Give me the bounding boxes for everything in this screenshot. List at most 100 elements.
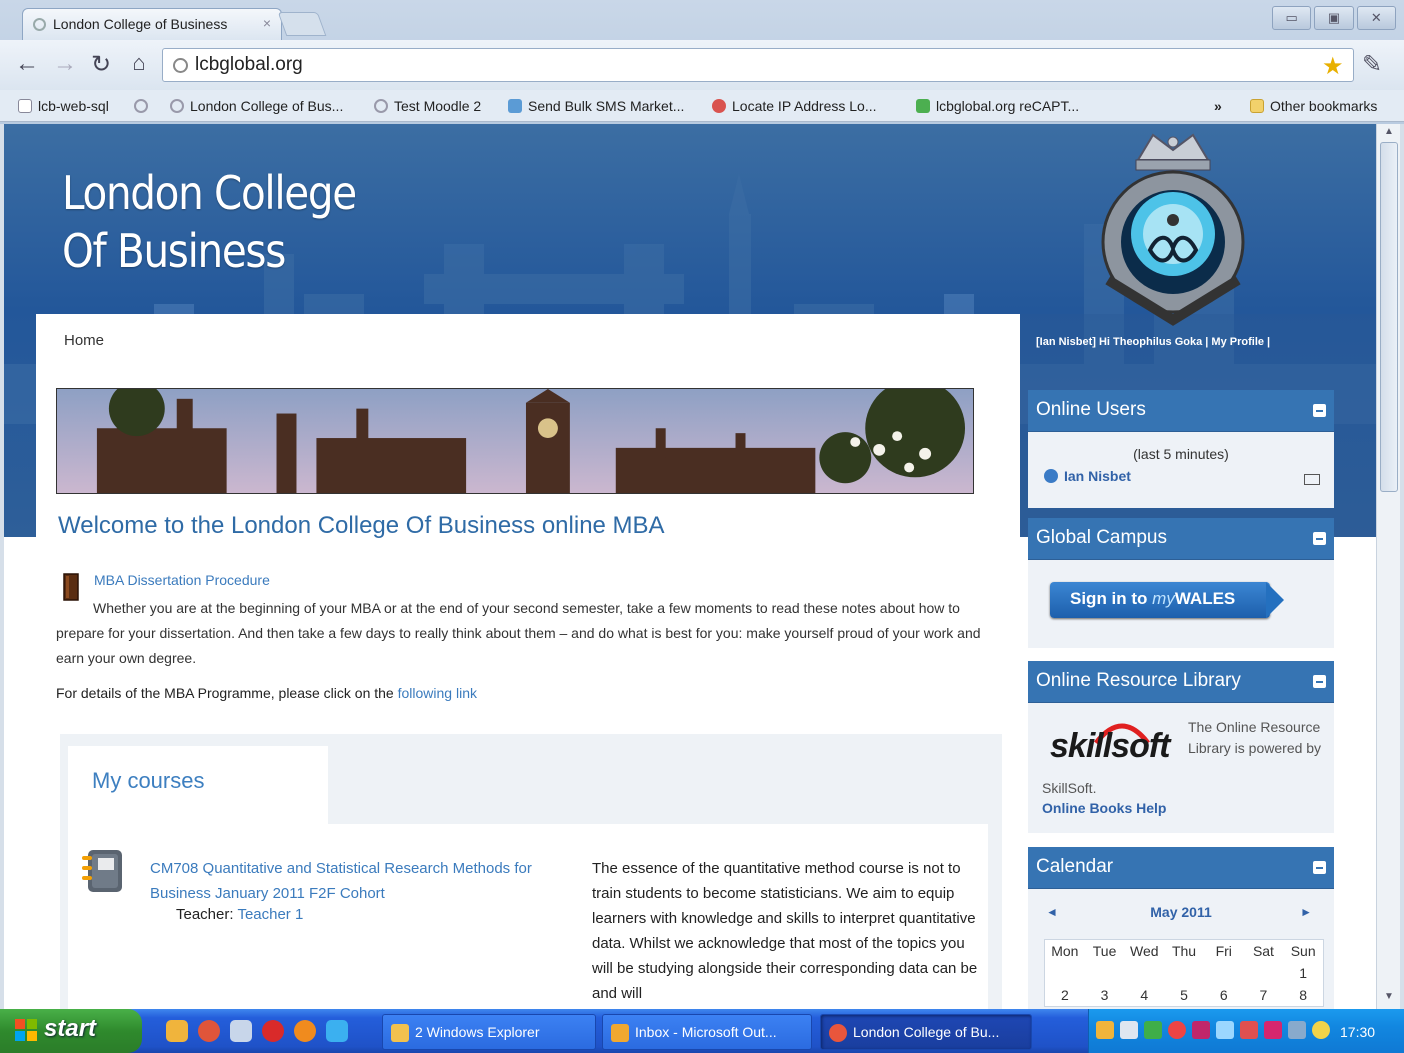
sms-icon xyxy=(508,99,522,113)
welcome-heading: Welcome to the London College Of Busines… xyxy=(58,512,665,539)
quicklaunch-chrome-icon[interactable] xyxy=(198,1020,220,1042)
new-tab-button[interactable] xyxy=(277,12,327,36)
minimize-button[interactable]: ▭ xyxy=(1272,6,1312,30)
online-window-text: (last 5 minutes) xyxy=(1133,446,1229,462)
page-icon xyxy=(18,99,32,113)
tray-app-icon[interactable] xyxy=(1312,1021,1330,1039)
recaptcha-icon xyxy=(916,99,930,113)
teacher-link[interactable]: Teacher 1 xyxy=(237,906,303,923)
calendar-day[interactable]: 5 xyxy=(1164,984,1204,1006)
address-bar[interactable]: lcbglobal.org xyxy=(162,48,1354,82)
more-bookmarks-chevron[interactable]: » xyxy=(1214,98,1222,114)
quicklaunch-opera-icon[interactable] xyxy=(262,1020,284,1042)
bookmark-star-icon[interactable]: ★ xyxy=(1322,52,1344,81)
bookmark-item[interactable] xyxy=(134,98,154,114)
moodle-icon xyxy=(134,99,148,113)
quicklaunch-firefox-icon[interactable] xyxy=(294,1020,316,1042)
collapse-icon[interactable] xyxy=(1313,861,1326,874)
scroll-up-icon[interactable]: ▲ xyxy=(1380,126,1398,142)
user-avatar-icon xyxy=(1044,469,1058,483)
mba-programme-text: For details of the MBA Programme, please… xyxy=(56,685,477,701)
bookmark-item[interactable]: lcb-web-sql xyxy=(18,98,109,114)
tab-title: London College of Business xyxy=(53,16,228,32)
tray-app-icon[interactable] xyxy=(1096,1021,1114,1039)
user-nav-links[interactable]: [Ian Nisbet] Hi Theophilus Goka | My Pro… xyxy=(1036,336,1270,348)
task-outlook[interactable]: Inbox - Microsoft Out... xyxy=(602,1014,812,1050)
tray-app-icon[interactable] xyxy=(1144,1021,1162,1039)
collapse-icon[interactable] xyxy=(1313,675,1326,688)
block-calendar: Calendar ◄ May 2011 ► Mon Tue Wed Thu Fri Sat… xyxy=(1028,847,1334,1009)
windows-flag-icon xyxy=(15,1019,37,1041)
tray-app-icon[interactable] xyxy=(1168,1021,1186,1039)
scrollbar-thumb[interactable] xyxy=(1380,142,1398,492)
online-books-help-link[interactable]: Online Books Help xyxy=(1042,800,1166,816)
wrench-menu-icon[interactable]: ✎ xyxy=(1362,50,1382,79)
other-bookmarks[interactable]: Other bookmarks xyxy=(1250,98,1377,114)
calendar-day[interactable]: 4 xyxy=(1124,984,1164,1006)
moodle-icon xyxy=(170,99,184,113)
browser-tab[interactable]: London College of Business × xyxy=(22,8,282,40)
ip-locate-icon xyxy=(712,99,726,113)
block-online-users: Online Users (last 5 minutes) Ian Nisbet xyxy=(1028,390,1334,508)
dissertation-procedure-link[interactable]: MBA Dissertation Procedure xyxy=(94,572,270,588)
bookmark-item[interactable]: London College of Bus... xyxy=(170,98,343,114)
westminster-photo-banner xyxy=(56,388,974,494)
collapse-icon[interactable] xyxy=(1313,532,1326,545)
calendar-next-icon[interactable]: ► xyxy=(1300,905,1312,919)
sign-in-arrow-icon xyxy=(1266,582,1284,618)
calendar-grid: Mon Tue Wed Thu Fri Sat Sun 1 2345678 xyxy=(1044,939,1324,1007)
site-title[interactable]: London College Of Business xyxy=(62,164,357,280)
home-icon[interactable]: ⌂ xyxy=(124,50,154,76)
forward-arrow-icon[interactable]: → xyxy=(50,50,80,78)
tray-volume-icon[interactable] xyxy=(1288,1021,1306,1039)
sign-in-mywales-button[interactable]: Sign in to myWALES xyxy=(1050,582,1270,618)
tray-app-icon[interactable] xyxy=(1240,1021,1258,1039)
bookmark-item[interactable]: Locate IP Address Lo... xyxy=(712,98,877,114)
calendar-day[interactable]: 8 xyxy=(1283,984,1323,1006)
block-header: Calendar xyxy=(1028,847,1334,889)
online-user-item[interactable]: Ian Nisbet xyxy=(1044,468,1131,484)
tray-network-icon[interactable] xyxy=(1216,1021,1234,1039)
tray-app-icon[interactable] xyxy=(1264,1021,1282,1039)
maximize-button[interactable]: ▣ xyxy=(1314,6,1354,30)
skillsoft-logo: skillsoft xyxy=(1050,727,1170,765)
close-window-button[interactable]: ✕ xyxy=(1356,6,1396,30)
course-description: The essence of the quantitative method c… xyxy=(592,860,978,1002)
tray-app-icon[interactable] xyxy=(1192,1021,1210,1039)
bookmark-item[interactable]: Send Bulk SMS Market... xyxy=(508,98,684,114)
calendar-day[interactable]: 6 xyxy=(1204,984,1244,1006)
course-notebook-icon xyxy=(82,850,122,892)
quicklaunch-outlook-icon[interactable] xyxy=(166,1020,188,1042)
course-title-link[interactable]: CM708 Quantitative and Statistical Resea… xyxy=(150,856,570,906)
collapse-icon[interactable] xyxy=(1313,404,1326,417)
library-provider: SkillSoft. xyxy=(1042,780,1097,796)
quicklaunch-ie-icon[interactable] xyxy=(326,1020,348,1042)
url-text: lcbglobal.org xyxy=(195,54,303,75)
back-arrow-icon[interactable]: ← xyxy=(12,50,42,78)
calendar-day[interactable]: 1 xyxy=(1283,962,1323,984)
block-global-campus: Global Campus Sign in to myWALES xyxy=(1028,518,1334,648)
task-chrome-lcb[interactable]: London College of Bu... xyxy=(820,1014,1032,1050)
dissertation-description: Whether you are at the beginning of your… xyxy=(56,600,981,666)
quicklaunch-desktop-icon[interactable] xyxy=(230,1020,252,1042)
calendar-month[interactable]: May 2011 xyxy=(1028,904,1334,920)
breadcrumb-home[interactable]: Home xyxy=(64,332,104,349)
bookmark-item[interactable]: lcbglobal.org reCAPT... xyxy=(916,98,1079,114)
tab-my-courses[interactable]: My courses xyxy=(68,746,328,826)
mba-following-link[interactable]: following link xyxy=(398,685,477,701)
close-tab-icon[interactable]: × xyxy=(263,15,271,31)
block-header: Online Users xyxy=(1028,390,1334,432)
vertical-scrollbar[interactable]: ▲ ▼ xyxy=(1376,124,1400,1009)
calendar-day[interactable]: 7 xyxy=(1244,984,1284,1006)
bookmark-item[interactable]: Test Moodle 2 xyxy=(374,98,481,114)
web-page: London College Of Business [Ian Nisbet] … xyxy=(4,124,1376,1009)
taskbar-clock[interactable]: 17:30 xyxy=(1340,1024,1375,1040)
calendar-day[interactable]: 3 xyxy=(1085,984,1125,1006)
calendar-week: 2345678 xyxy=(1045,984,1323,1006)
scroll-down-icon[interactable]: ▼ xyxy=(1380,991,1398,1007)
calendar-day[interactable]: 2 xyxy=(1045,984,1085,1006)
task-windows-explorer[interactable]: 2 Windows Explorer xyxy=(382,1014,596,1050)
reload-icon[interactable]: ↻ xyxy=(86,50,116,79)
tray-app-icon[interactable] xyxy=(1120,1021,1138,1039)
message-envelope-icon[interactable] xyxy=(1304,474,1320,485)
